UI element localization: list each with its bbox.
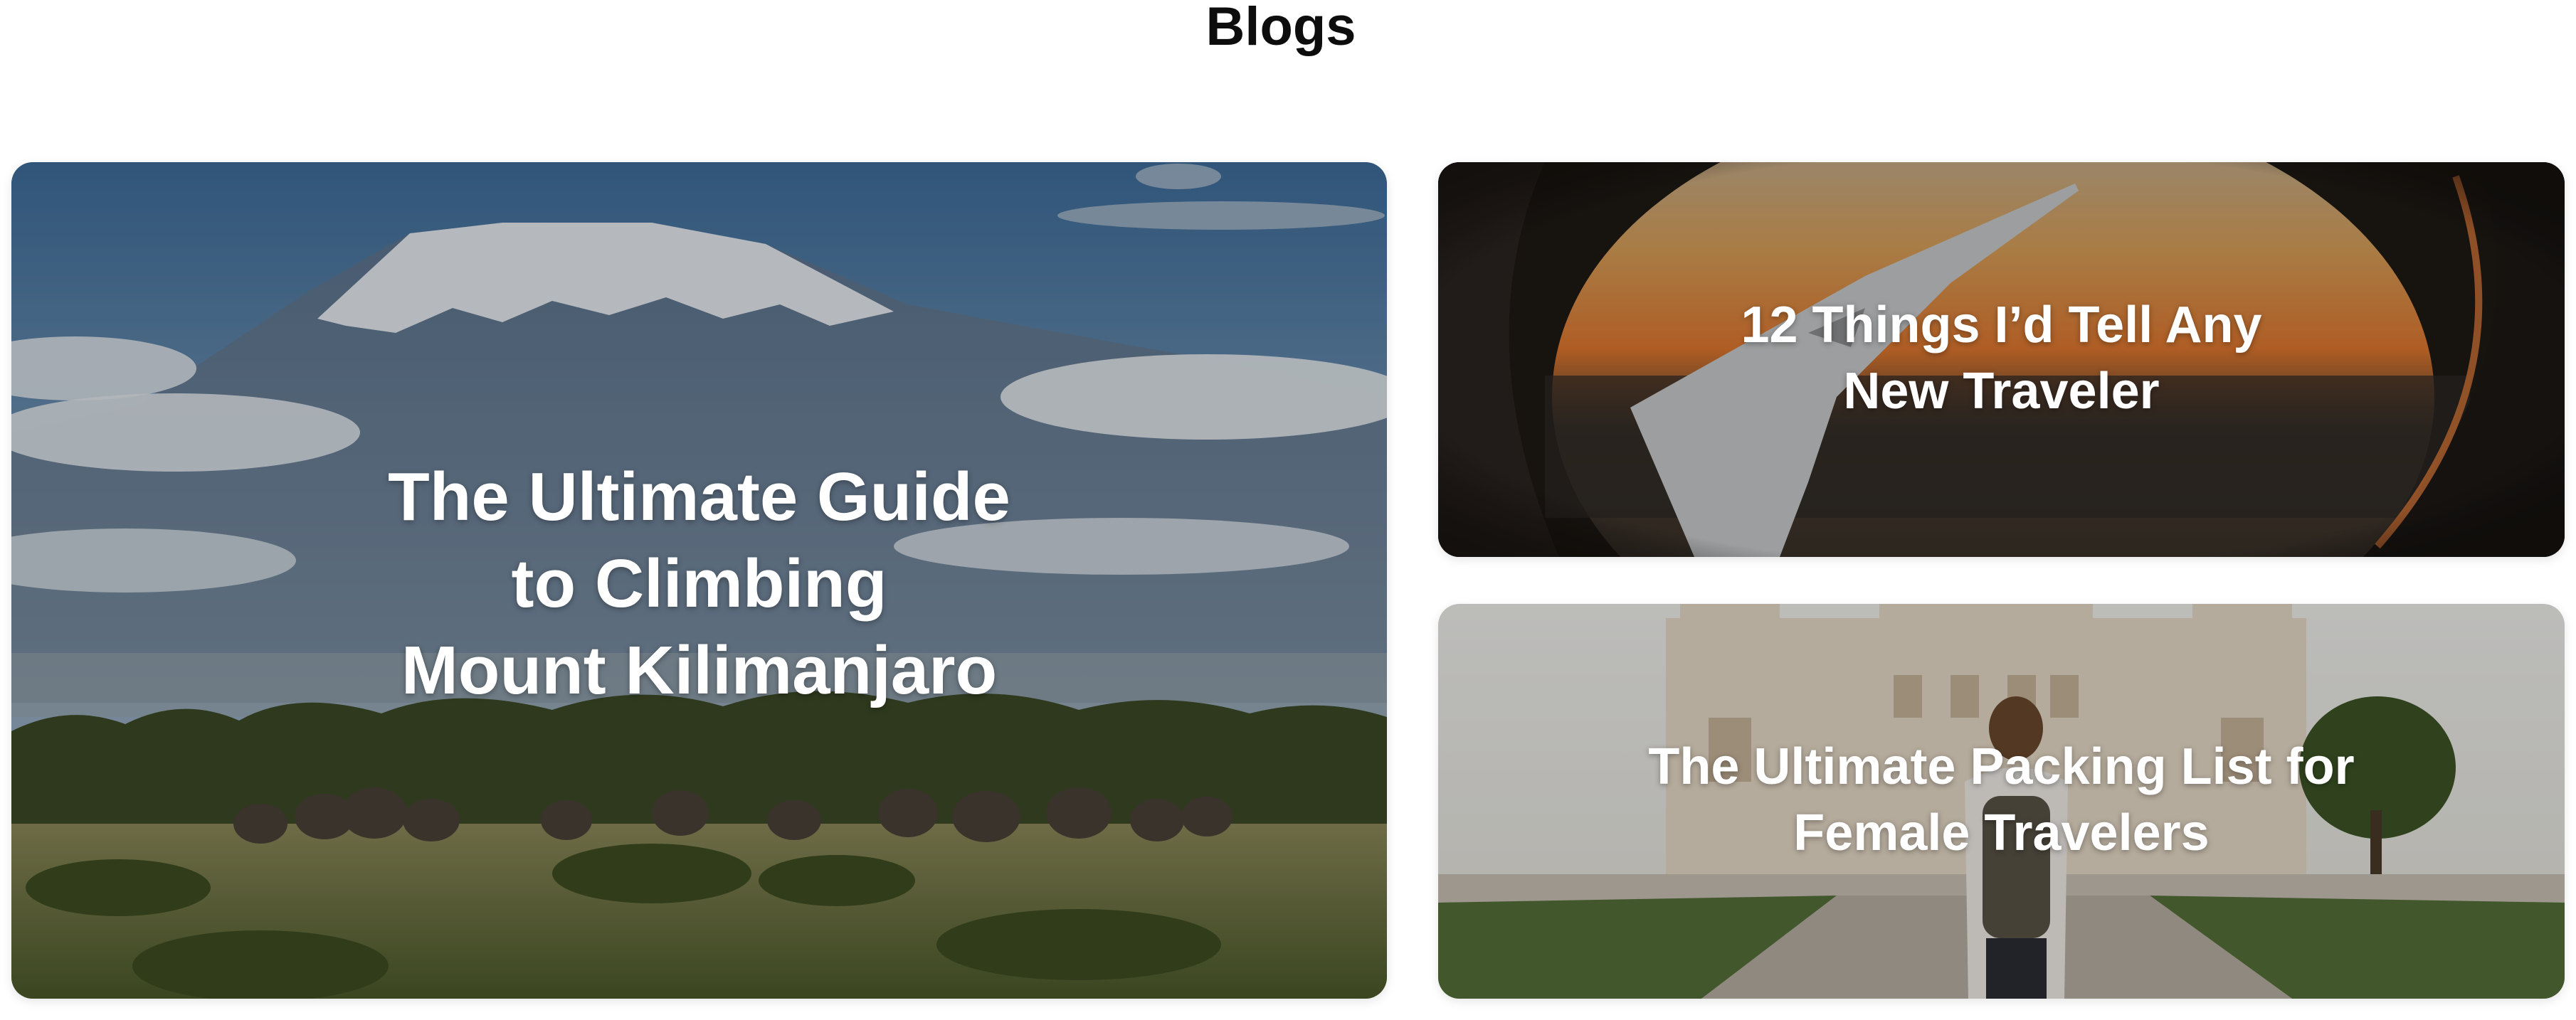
blog-card-kilimanjaro[interactable]: The Ultimate Guide to Climbing Mount Kil… xyxy=(11,162,1387,999)
blog-title-packing-list[interactable]: The Ultimate Packing List for Female Tra… xyxy=(1438,734,2565,866)
blog-title-kilimanjaro[interactable]: The Ultimate Guide to Climbing Mount Kil… xyxy=(11,454,1387,714)
blog-card-packing-list[interactable]: The Ultimate Packing List for Female Tra… xyxy=(1438,604,2565,999)
page-title: Blogs xyxy=(1205,0,1356,57)
blog-title-new-traveler[interactable]: 12 Things I’d Tell Any New Traveler xyxy=(1438,292,2565,425)
blog-card-new-traveler[interactable]: 12 Things I’d Tell Any New Traveler xyxy=(1438,162,2565,557)
